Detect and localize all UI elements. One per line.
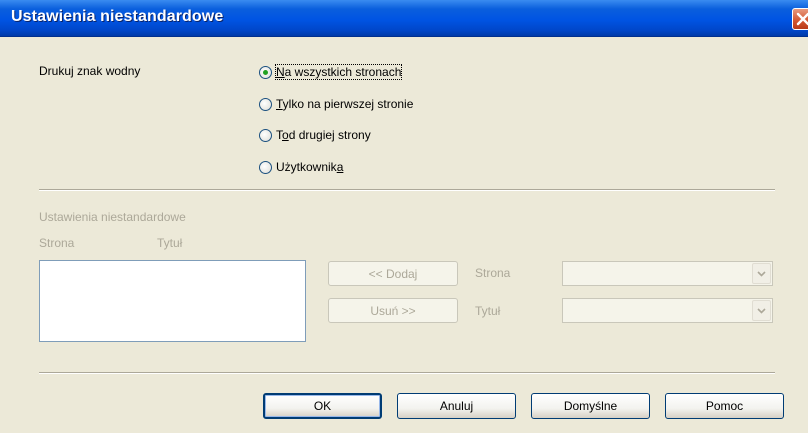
custom-section-label: Ustawienia niestandardowe — [39, 210, 186, 224]
column-header-title: Tytuł — [157, 236, 183, 250]
radio-button[interactable] — [259, 160, 272, 174]
ok-button-label: OK — [313, 399, 332, 413]
column-header-page: Strona — [39, 236, 75, 250]
dialog-title: Ustawienia niestandardowe — [11, 8, 224, 25]
radio-button[interactable] — [259, 65, 272, 79]
radio-custom[interactable]: Użytkownika — [259, 158, 343, 176]
close-button[interactable] — [792, 8, 808, 30]
custom-pages-list[interactable] — [39, 260, 306, 342]
cancel-button[interactable]: Anuluj — [397, 393, 516, 419]
title-bar[interactable]: Ustawienia niestandardowe — [0, 0, 808, 37]
radio-label: Użytkownika — [276, 160, 344, 174]
radio-button[interactable] — [259, 128, 272, 142]
watermark-label: Drukuj znak wodny — [39, 64, 141, 78]
footer-divider — [39, 372, 775, 374]
chevron-down-icon — [757, 271, 766, 277]
title-field-label: Tytuł — [475, 304, 501, 318]
radio-from-second-page[interactable]: Tod drugiej strony — [259, 126, 371, 144]
dropdown-button[interactable] — [752, 263, 771, 284]
ok-button[interactable]: OK — [263, 393, 382, 419]
defaults-button-label: Domyślne — [563, 399, 618, 413]
add-button[interactable]: << Dodaj — [328, 261, 458, 286]
remove-button-label: Usuń >> — [370, 303, 416, 318]
radio-label: Tylko na pierwszej stronie — [276, 97, 414, 111]
page-select[interactable] — [562, 261, 773, 286]
defaults-button[interactable]: Domyślne — [531, 393, 650, 419]
help-button-label: Pomoc — [705, 399, 744, 413]
title-select[interactable] — [562, 298, 773, 323]
radio-label: Tod drugiej strony — [276, 128, 371, 142]
chevron-down-icon — [757, 308, 766, 314]
radio-all-pages[interactable]: Na wszystkich stronach — [259, 63, 403, 81]
remove-button[interactable]: Usuń >> — [328, 298, 458, 323]
cancel-button-label: Anuluj — [439, 399, 474, 413]
section-divider — [39, 189, 775, 191]
close-icon — [796, 12, 808, 26]
add-button-label: << Dodaj — [368, 266, 418, 281]
radio-label: Na wszystkich stronach — [274, 64, 403, 80]
radio-button[interactable] — [259, 97, 272, 111]
radio-first-page-only[interactable]: Tylko na pierwszej stronie — [259, 95, 413, 113]
help-button[interactable]: Pomoc — [665, 393, 784, 419]
dialog-window: Ustawienia niestandardowe Drukuj znak wo… — [0, 0, 808, 433]
dropdown-button[interactable] — [752, 300, 771, 321]
page-field-label: Strona — [475, 266, 511, 280]
